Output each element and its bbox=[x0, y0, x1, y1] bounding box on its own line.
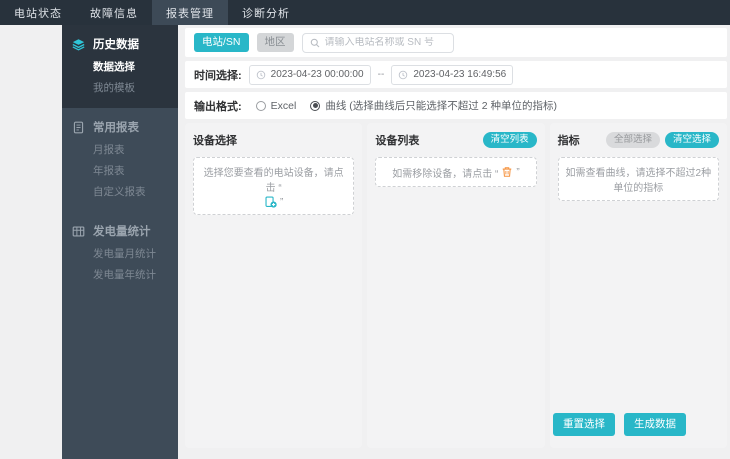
indicators-title: 指标 bbox=[557, 135, 580, 147]
sidebar-group-power-statistics: 发电量统计 发电量月统计 发电量年统计 bbox=[62, 212, 178, 295]
end-datetime-input[interactable]: 2023-04-23 16:49:56 bbox=[391, 64, 514, 85]
indicators-hint-text: 如需查看曲线，请选择不超过2种单位的指标 bbox=[565, 168, 712, 194]
layers-icon bbox=[72, 38, 85, 51]
radio-curve[interactable]: 曲线 (选择曲线后只能选择不超过 2 种单位的指标) bbox=[310, 98, 557, 113]
indicators-panel-header: 指标 全部选择 清空选择 bbox=[558, 131, 719, 149]
sidebar-item-monthly-report[interactable]: 月报表 bbox=[62, 140, 178, 161]
select-all-button[interactable]: 全部选择 bbox=[605, 131, 660, 149]
device-select-panel: 设备选择 选择您要查看的电站设备，请点击 “ ” bbox=[185, 123, 363, 448]
top-navbar: 电站状态 故障信息 报表管理 诊断分析 bbox=[0, 0, 730, 25]
sidebar-group-power-statistics-header[interactable]: 发电量统计 bbox=[62, 218, 178, 244]
clock-icon bbox=[399, 70, 408, 79]
radio-checked-icon bbox=[310, 100, 321, 111]
time-select-label: 时间选择: bbox=[194, 69, 242, 82]
output-format-row: 输出格式: Excel 曲线 (选择曲线后只能选择不超过 2 种单位的指标) bbox=[185, 92, 727, 119]
device-list-hint-text: 如需移除设备，请点击 “ bbox=[392, 168, 499, 180]
time-select-row: 时间选择: 2023-04-23 00:00:00 -- 2023-04-23 … bbox=[185, 61, 727, 88]
start-datetime-input[interactable]: 2023-04-23 00:00:00 bbox=[248, 64, 371, 85]
output-format-label: 输出格式: bbox=[194, 100, 242, 113]
device-select-hint: 选择您要查看的电站设备，请点击 “ ” bbox=[193, 157, 355, 215]
radio-unchecked-icon bbox=[255, 100, 266, 111]
reset-selection-button[interactable]: 重置选择 bbox=[552, 413, 615, 436]
sidebar-group-label: 发电量统计 bbox=[93, 226, 151, 238]
add-device-icon[interactable] bbox=[265, 196, 277, 208]
sidebar-group-label: 历史数据 bbox=[93, 39, 139, 51]
radio-curve-label: 曲线 (选择曲线后只能选择不超过 2 种单位的指标) bbox=[325, 100, 557, 112]
trash-icon[interactable] bbox=[501, 166, 513, 178]
device-select-hint-quote: ” bbox=[279, 196, 284, 208]
device-list-hint-quote: ” bbox=[516, 166, 520, 178]
device-select-title: 设备选择 bbox=[193, 135, 237, 147]
time-range-separator: -- bbox=[377, 69, 385, 80]
search-icon bbox=[310, 38, 319, 47]
sidebar-group-common-reports-header[interactable]: 常用报表 bbox=[62, 114, 178, 140]
main-content: 电站/SN 地区 时间选择: 2023-04-23 00:00:00 -- 20… bbox=[178, 25, 730, 459]
sidebar-group-history-header[interactable]: 历史数据 bbox=[62, 31, 178, 57]
nav-report-management[interactable]: 报表管理 bbox=[152, 0, 228, 25]
sidebar-item-custom-report[interactable]: 自定义报表 bbox=[62, 182, 178, 203]
search-row: 电站/SN 地区 bbox=[185, 28, 727, 57]
clock-icon bbox=[256, 70, 265, 79]
radio-excel[interactable]: Excel bbox=[255, 99, 297, 112]
sidebar-item-data-selection[interactable]: 数据选择 bbox=[62, 57, 178, 78]
indicators-panel: 指标 全部选择 清空选择 如需查看曲线，请选择不超过2种单位的指标 重置选择 生… bbox=[549, 123, 727, 448]
station-search-box[interactable] bbox=[301, 32, 454, 53]
nav-fault-info[interactable]: 故障信息 bbox=[76, 0, 152, 25]
nav-station-status[interactable]: 电站状态 bbox=[0, 0, 76, 25]
sidebar-item-power-yearly-stats[interactable]: 发电量年统计 bbox=[62, 265, 178, 286]
document-icon bbox=[72, 121, 85, 134]
grid-icon bbox=[72, 225, 85, 238]
radio-excel-label: Excel bbox=[270, 99, 297, 112]
sidebar-group-history-data: 历史数据 数据选择 我的模板 bbox=[62, 25, 178, 108]
clear-selection-button[interactable]: 清空选择 bbox=[664, 131, 719, 149]
device-select-panel-header: 设备选择 bbox=[193, 131, 354, 149]
station-search-input[interactable] bbox=[324, 37, 446, 48]
sidebar-item-power-monthly-stats[interactable]: 发电量月统计 bbox=[62, 244, 178, 265]
sidebar: 历史数据 数据选择 我的模板 常用报表 月报表 年报表 自定义报表 发电量统计 bbox=[62, 25, 178, 459]
device-select-hint-text: 选择您要查看的电站设备，请点击 “ bbox=[203, 168, 344, 194]
clear-list-button[interactable]: 清空列表 bbox=[482, 131, 537, 149]
device-list-panel: 设备列表 清空列表 如需移除设备，请点击 “ ” bbox=[367, 123, 545, 448]
indicators-hint: 如需查看曲线，请选择不超过2种单位的指标 bbox=[557, 157, 719, 201]
sidebar-group-label: 常用报表 bbox=[93, 122, 139, 134]
device-list-hint: 如需移除设备，请点击 “ ” bbox=[375, 157, 537, 187]
device-list-panel-header: 设备列表 清空列表 bbox=[375, 131, 537, 149]
end-datetime-value: 2023-04-23 16:49:56 bbox=[413, 69, 507, 80]
sidebar-group-common-reports: 常用报表 月报表 年报表 自定义报表 bbox=[62, 108, 178, 212]
selection-panels: 设备选择 选择您要查看的电站设备，请点击 “ ” 设备列表 清空列表 如需移除设… bbox=[185, 123, 727, 448]
tab-station-sn[interactable]: 电站/SN bbox=[194, 33, 249, 52]
start-datetime-value: 2023-04-23 00:00:00 bbox=[270, 69, 364, 80]
generate-data-button[interactable]: 生成数据 bbox=[623, 413, 686, 436]
sidebar-item-my-templates[interactable]: 我的模板 bbox=[62, 78, 178, 99]
tab-region[interactable]: 地区 bbox=[256, 33, 294, 52]
nav-diagnostic-analysis[interactable]: 诊断分析 bbox=[228, 0, 304, 25]
sidebar-item-yearly-report[interactable]: 年报表 bbox=[62, 161, 178, 182]
panel-action-buttons: 重置选择 生成数据 bbox=[552, 413, 686, 436]
device-list-title: 设备列表 bbox=[375, 135, 420, 147]
